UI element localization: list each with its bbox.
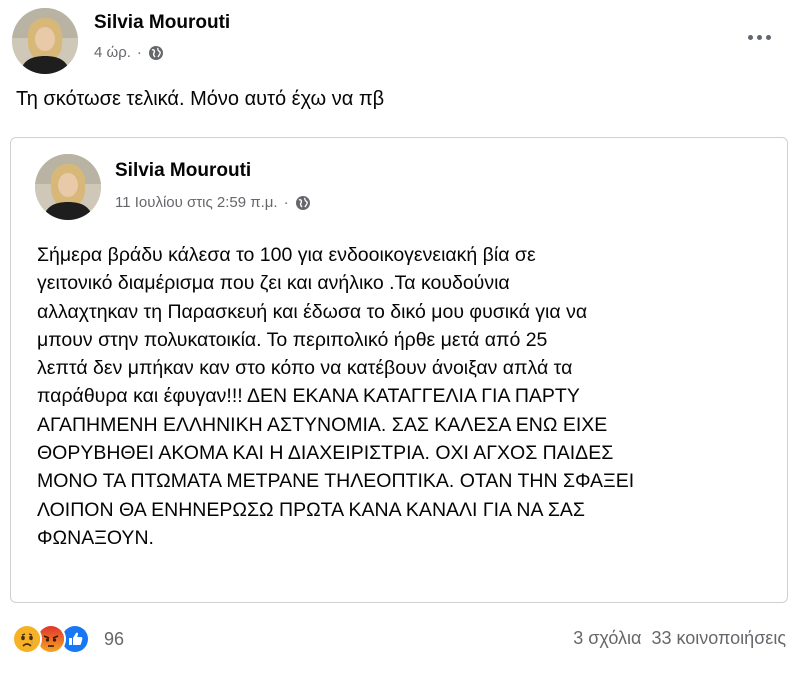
meta-separator: · xyxy=(136,44,142,61)
dot-icon xyxy=(756,34,762,40)
body-line: ΘΟΡΥΒΗΘΕΙ ΑΚΟΜΑ ΚΑΙ Η ΔΙΑΧΕΙΡΙΣΤΡΙΑ. ΟΧΙ… xyxy=(37,442,614,465)
reaction-count: 96 xyxy=(104,628,125,649)
body-line: ΑΓΑΠΗΜΕΝΗ ΕΛΛΗΝΙΚΗ ΑΣΤΥΝΟΜΙΑ. ΣΑΣ ΚΑΛΕΣΑ… xyxy=(37,413,608,436)
shares-count-link[interactable]: 33 κοινοποιήσεις xyxy=(651,628,786,649)
reactions-summary[interactable]: 96 xyxy=(12,624,124,654)
body-line: αλλαχτηκαν τη Παρασκευή και έδωσα το δικ… xyxy=(37,300,588,323)
shared-author-name[interactable]: Silvia Mourouti xyxy=(115,160,251,182)
shared-post-body: Σήμερα βράδυ κάλεσα το 100 για ενδοοικογ… xyxy=(37,241,777,552)
dot-icon xyxy=(747,34,753,40)
engagement-counts: 3 σχόλια 33 κοινοποιήσεις xyxy=(573,628,786,649)
body-line: γειτονικό διαμέρισμα που ζει και ανήλικο… xyxy=(37,272,510,295)
shared-post-meta: 11 Ιουλίου στις 2:59 π.μ. · xyxy=(115,194,311,211)
body-line: Σήμερα βράδυ κάλεσα το 100 για ενδοοικογ… xyxy=(37,244,536,266)
meta-separator: · xyxy=(283,194,289,211)
shared-post-card[interactable]: Silvia Mourouti 11 Ιουλίου στις 2:59 π.μ… xyxy=(10,137,788,603)
post-text: Τη σκότωσε τελικά. Μόνο αυτό έχω να πβ xyxy=(16,88,385,110)
author-avatar[interactable] xyxy=(12,8,78,74)
globe-icon[interactable] xyxy=(148,45,164,61)
body-line: λεπτά δεν μπήκαν καν στο κόπο να κατέβου… xyxy=(37,357,573,380)
sad-icon xyxy=(12,624,42,654)
body-line: παράθυρα και έφυγαν!!! ΔΕΝ ΕΚΑΝΑ ΚΑΤΑΓΓΕ… xyxy=(37,385,580,408)
body-line: ΦΩΝΑΞΟΥΝ. xyxy=(37,526,154,549)
post-meta: 4 ώρ. · xyxy=(94,44,164,61)
shared-post-timestamp[interactable]: 11 Ιουλίου στις 2:59 π.μ. xyxy=(115,194,278,211)
dot-icon xyxy=(765,34,771,40)
globe-icon[interactable] xyxy=(295,195,311,211)
body-line: ΛΟΙΠΟΝ ΘΑ ΕΝΗΝΕΡΩΣΩ ΠΡΩΤΑ ΚΑΝΑ ΚΑΝΑΛΙ ΓΙ… xyxy=(37,498,585,521)
facebook-post: Silvia Mourouti 4 ώρ. · Τη σκότωσε τελικ… xyxy=(0,0,800,683)
body-line: ΜΟΝΟ ΤΑ ΠΤΩΜΑΤΑ ΜΕΤΡΑΝΕ ΤΗΛΕΟΠΤΙΚΑ. ΟΤΑΝ… xyxy=(37,470,635,493)
author-name[interactable]: Silvia Mourouti xyxy=(94,12,230,34)
body-line: μπουν στην πολυκατοικία. Το περιπολικό ή… xyxy=(37,328,548,351)
shared-author-avatar[interactable] xyxy=(35,154,101,220)
more-options-button[interactable] xyxy=(742,26,776,48)
post-timestamp[interactable]: 4 ώρ. xyxy=(94,44,131,61)
comments-count-link[interactable]: 3 σχόλια xyxy=(573,628,641,649)
